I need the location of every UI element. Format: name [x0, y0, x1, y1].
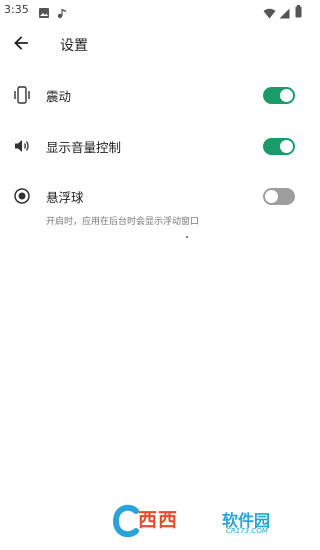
setting-row-vibration[interactable]: 震动: [0, 73, 309, 117]
setting-label-volume-control: 显示音量控制: [46, 140, 122, 155]
radio-dot-icon: [12, 186, 32, 206]
toggle-knob: [280, 140, 293, 153]
watermark-logo: 西西 软件园 CR173.COM: [108, 501, 288, 541]
logo-c-icon: [112, 503, 140, 543]
volume-control-toggle[interactable]: [263, 138, 295, 155]
stray-dot: [186, 236, 188, 238]
toggle-knob: [280, 89, 293, 102]
page-title: 设置: [60, 38, 88, 54]
setting-row-volume-control[interactable]: 显示音量控制: [0, 124, 309, 168]
setting-description-floating-ball: 开启时，应用在后台时会显示浮动窗口: [46, 217, 200, 227]
toggle-knob: [265, 190, 278, 203]
signal-icon: [279, 4, 290, 23]
phone-vibrate-icon: [12, 85, 32, 105]
status-bar: 3:35: [0, 0, 309, 22]
music-note-icon: [56, 4, 68, 23]
arrow-left-icon: [13, 35, 29, 55]
battery-icon: [295, 3, 302, 22]
watermark-text: 西西: [138, 509, 179, 531]
back-button[interactable]: [8, 33, 34, 57]
vibration-toggle[interactable]: [263, 87, 295, 104]
setting-label-floating-ball: 悬浮球: [46, 190, 84, 205]
floating-ball-toggle[interactable]: [263, 188, 295, 205]
watermark-url: CR173.COM: [226, 527, 268, 535]
wifi-icon: [263, 4, 276, 23]
image-icon: [38, 4, 50, 23]
status-time: 3:35: [4, 3, 29, 16]
setting-row-floating-ball[interactable]: 悬浮球 开启时，应用在后台时会显示浮动窗口: [0, 174, 309, 230]
toolbar: 设置: [0, 22, 309, 68]
setting-label-vibration: 震动: [46, 89, 72, 104]
speaker-icon: [12, 136, 32, 156]
